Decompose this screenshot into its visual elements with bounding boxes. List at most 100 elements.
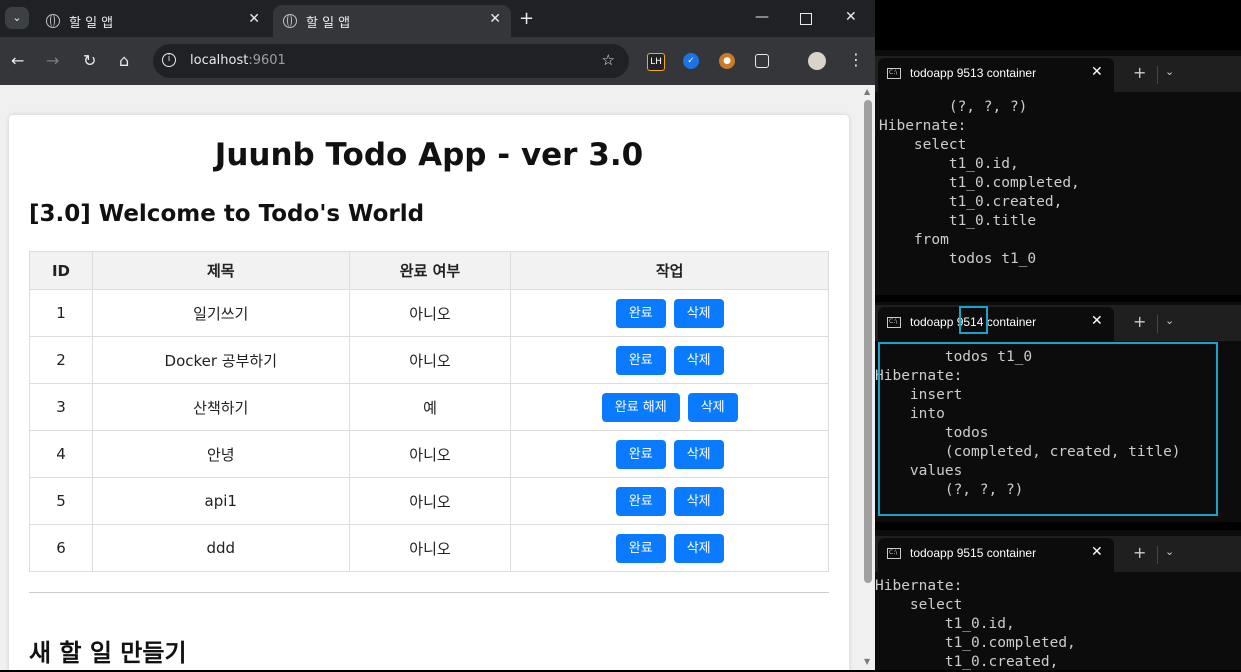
tab-title: 할 일 앱 <box>306 15 351 31</box>
terminal-pane-9515[interactable]: C:\ todoapp 9515 container ✕ + ⌄ Hiberna… <box>875 530 1241 670</box>
cell-done: 아니오 <box>348 430 512 478</box>
browser-tab-1[interactable]: 할 일 앱 ✕ <box>36 5 270 37</box>
profile-avatar[interactable] <box>808 52 826 70</box>
terminal-tab-title: todoapp 9515 container <box>910 546 1037 560</box>
cell-actions: 완료 삭제 <box>510 289 829 337</box>
header-action: 작업 <box>510 251 829 290</box>
extension-cookie-icon[interactable]: ● <box>719 53 735 69</box>
maximize-button[interactable] <box>800 13 812 25</box>
terminal-pane-9513[interactable]: C:\ todoapp 9513 container ✕ + ⌄ (?, ?, … <box>875 50 1241 295</box>
new-terminal-tab-button[interactable]: + <box>1133 63 1146 82</box>
cell-done: 아니오 <box>348 524 512 572</box>
home-button[interactable]: ⌂ <box>119 51 129 70</box>
table-row: 2 Docker 공부하기 아니오 완료 삭제 <box>29 336 829 384</box>
complete-button[interactable]: 완료 <box>615 298 666 328</box>
complete-button[interactable]: 완료 <box>615 533 666 563</box>
focused-pane-outline <box>878 342 1218 516</box>
cell-done: 아니오 <box>348 289 512 337</box>
uncomplete-button[interactable]: 완료 해제 <box>601 392 680 422</box>
scrollbar-thumb[interactable] <box>864 100 872 583</box>
forward-button[interactable]: → <box>46 51 59 70</box>
header-title: 제목 <box>91 251 350 290</box>
cell-done: 아니오 <box>348 477 512 525</box>
new-terminal-tab-button[interactable]: + <box>1133 543 1146 562</box>
page-subtitle: [3.0] Welcome to Todo's World <box>29 201 425 227</box>
table-header-row: ID 제목 완료 여부 작업 <box>29 251 829 290</box>
terminal-tabbar: C:\ todoapp 9514 container ✕ + ⌄ <box>875 305 1241 341</box>
complete-button[interactable]: 완료 <box>615 439 666 469</box>
cell-done: 예 <box>348 383 512 431</box>
browser-toolbar: ← → ↻ ⌂ i localhost:9601 ☆ LH ✓ ● ⋮ <box>0 37 875 85</box>
terminal-output: Hibernate: select t1_0.id, t1_0.complete… <box>875 578 1076 670</box>
terminal-output: (?, ?, ?) Hibernate: select t1_0.id, t1_… <box>879 99 1080 267</box>
chevron-down-icon[interactable]: ⌄ <box>1165 545 1174 558</box>
new-todo-heading: 새 할 일 만들기 <box>29 639 187 667</box>
cell-id: 1 <box>29 289 93 337</box>
cell-actions: 완료 해제 삭제 <box>510 383 829 431</box>
chevron-down-icon[interactable]: ⌄ <box>1165 65 1174 78</box>
close-icon[interactable]: ✕ <box>248 11 260 27</box>
delete-button[interactable]: 삭제 <box>687 392 738 422</box>
tab-search-button[interactable]: ⌄ <box>5 7 29 29</box>
minimize-button[interactable]: — <box>755 9 769 25</box>
cell-title: Docker 공부하기 <box>91 336 350 384</box>
new-terminal-tab-button[interactable]: + <box>1133 312 1146 331</box>
extension-lh-icon[interactable]: LH <box>647 53 665 71</box>
cell-id: 6 <box>29 524 93 572</box>
cell-id: 4 <box>29 430 93 478</box>
table-row: 5 api1 아니오 완료 삭제 <box>29 477 829 525</box>
new-tab-button[interactable]: + <box>519 8 534 29</box>
table-row: 1 일기쓰기 아니오 완료 삭제 <box>29 289 829 337</box>
table-row: 6 ddd 아니오 완료 삭제 <box>29 524 829 572</box>
scroll-down-arrow[interactable]: ▼ <box>864 657 870 666</box>
url-text[interactable]: localhost:9601 <box>190 53 286 68</box>
bookmark-star-icon[interactable]: ☆ <box>602 51 615 69</box>
highlight-port-box <box>959 306 988 334</box>
globe-icon <box>283 14 297 28</box>
cell-title: 산책하기 <box>91 383 350 431</box>
cmd-icon: C:\ <box>887 317 901 328</box>
scroll-up-arrow[interactable]: ▲ <box>864 87 870 96</box>
back-button[interactable]: ← <box>11 51 24 70</box>
close-icon[interactable]: ✕ <box>1091 64 1103 80</box>
tab-title: 할 일 앱 <box>69 15 114 31</box>
globe-icon <box>46 14 60 28</box>
header-done: 완료 여부 <box>348 251 512 290</box>
terminal-tabbar: C:\ todoapp 9513 container ✕ + ⌄ <box>875 56 1241 92</box>
delete-button[interactable]: 삭제 <box>673 439 724 469</box>
close-icon[interactable]: ✕ <box>489 11 501 27</box>
terminal-tab-title: todoapp 9513 container <box>910 66 1037 80</box>
browser-tab-2[interactable]: 할 일 앱 ✕ <box>273 5 511 37</box>
cell-actions: 완료 삭제 <box>510 430 829 478</box>
table-row: 4 안녕 아니오 완료 삭제 <box>29 430 829 478</box>
delete-button[interactable]: 삭제 <box>673 298 724 328</box>
chevron-down-icon[interactable]: ⌄ <box>1165 314 1174 327</box>
cell-title: 안녕 <box>91 430 350 478</box>
complete-button[interactable]: 완료 <box>615 486 666 516</box>
close-icon[interactable]: ✕ <box>1091 544 1103 560</box>
terminal-tabbar: C:\ todoapp 9515 container ✕ + ⌄ <box>875 536 1241 572</box>
extensions-puzzle-icon[interactable] <box>755 54 769 68</box>
cell-title: 일기쓰기 <box>91 289 350 337</box>
tab-strip: ⌄ 할 일 앱 ✕ 할 일 앱 ✕ + — ✕ <box>0 0 875 37</box>
cell-title: ddd <box>91 524 350 572</box>
address-bar[interactable]: i localhost:9601 ☆ <box>153 44 629 78</box>
window-close-button[interactable]: ✕ <box>845 9 857 25</box>
cell-title: api1 <box>91 477 350 525</box>
menu-kebab-icon[interactable]: ⋮ <box>848 50 864 69</box>
divider <box>29 592 829 593</box>
delete-button[interactable]: 삭제 <box>673 345 724 375</box>
cell-id: 2 <box>29 336 93 384</box>
page-scrollbar[interactable]: ▲ ▼ <box>862 85 875 670</box>
delete-button[interactable]: 삭제 <box>673 486 724 516</box>
info-icon[interactable]: i <box>162 53 176 67</box>
cell-done: 아니오 <box>348 336 512 384</box>
page-title: Juunb Todo App - ver 3.0 <box>214 137 644 173</box>
extension-check-icon[interactable]: ✓ <box>683 53 699 69</box>
close-icon[interactable]: ✕ <box>1091 313 1103 329</box>
browser-window: ⌄ 할 일 앱 ✕ 할 일 앱 ✕ + — ✕ ← → ↻ ⌂ i localh… <box>0 0 875 670</box>
cell-actions: 완료 삭제 <box>510 524 829 572</box>
delete-button[interactable]: 삭제 <box>673 533 724 563</box>
reload-button[interactable]: ↻ <box>83 51 96 70</box>
complete-button[interactable]: 완료 <box>615 345 666 375</box>
